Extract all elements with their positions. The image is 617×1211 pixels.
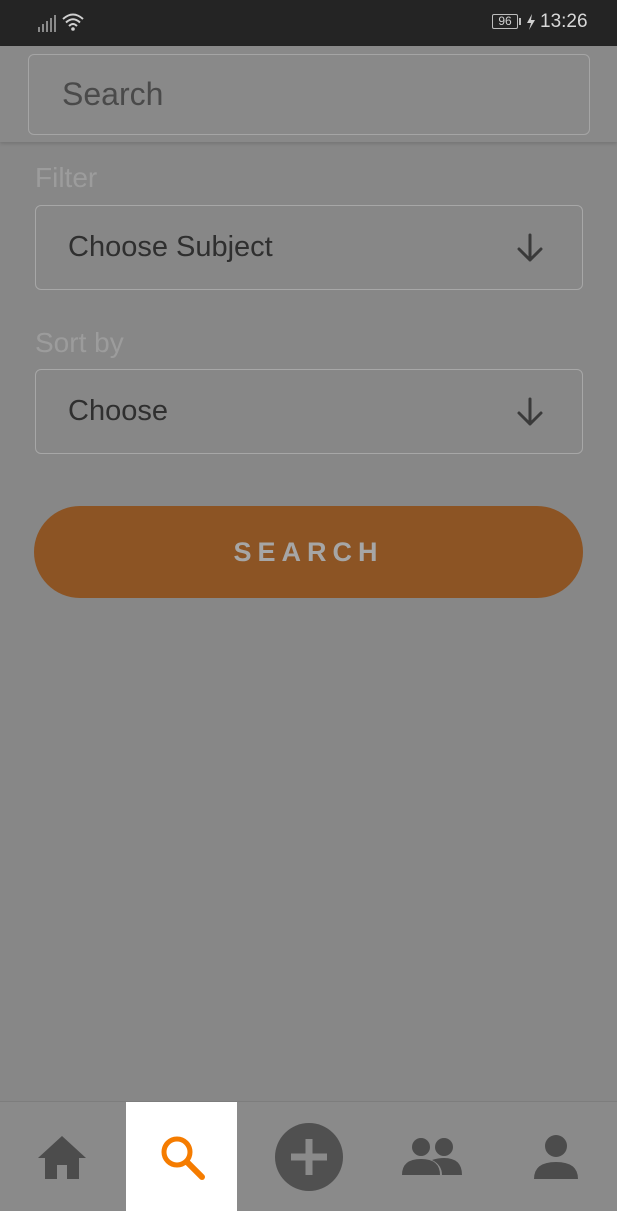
subject-select[interactable]: Choose Subject bbox=[35, 205, 583, 290]
signal-icon bbox=[38, 15, 56, 32]
subject-select-value: Choose Subject bbox=[68, 231, 273, 263]
people-icon bbox=[401, 1137, 462, 1175]
sort-select-value: Choose bbox=[68, 395, 168, 427]
person-icon bbox=[533, 1134, 578, 1179]
search-icon bbox=[161, 1136, 205, 1180]
nav-search[interactable] bbox=[126, 1102, 237, 1211]
search-header bbox=[0, 46, 617, 142]
status-time: 13:26 bbox=[540, 11, 588, 32]
add-circle-icon bbox=[274, 1122, 343, 1191]
nav-home[interactable] bbox=[6, 1102, 117, 1211]
home-icon bbox=[37, 1135, 86, 1179]
nav-profile[interactable] bbox=[500, 1102, 611, 1211]
bottom-nav bbox=[0, 1101, 617, 1211]
arrow-down-icon bbox=[517, 397, 543, 426]
status-bar: 96 13:26 bbox=[0, 0, 617, 46]
sort-label: Sort by bbox=[35, 327, 124, 358]
charging-icon bbox=[527, 14, 535, 30]
nav-people[interactable] bbox=[376, 1102, 487, 1211]
nav-add[interactable] bbox=[253, 1102, 364, 1211]
sort-select[interactable]: Choose bbox=[35, 369, 583, 454]
filter-label: Filter bbox=[35, 162, 98, 193]
battery-level: 96 bbox=[498, 14, 512, 28]
search-button[interactable]: SEARCH bbox=[34, 506, 583, 598]
battery-indicator: 96 bbox=[492, 14, 518, 29]
wifi-icon bbox=[62, 13, 84, 31]
arrow-down-icon bbox=[517, 233, 543, 262]
search-input[interactable] bbox=[28, 54, 590, 135]
battery-tip bbox=[519, 18, 521, 25]
